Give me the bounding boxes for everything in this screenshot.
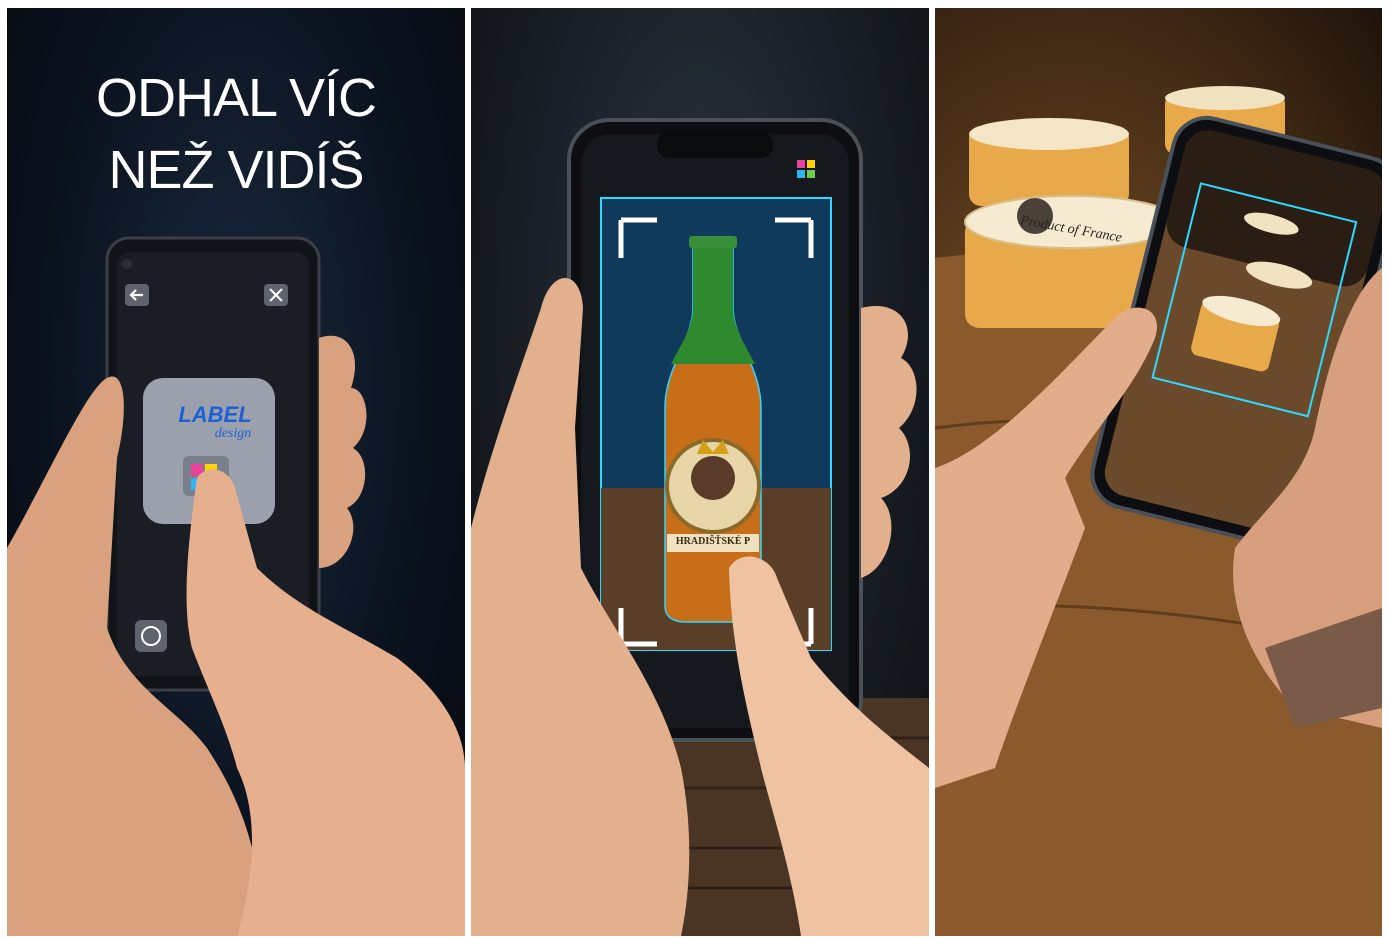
- beer-scan-illustration: [471, 118, 929, 936]
- logo-word-design: design: [214, 426, 252, 441]
- panel-beer-scan: HRADIŠŤSKÉ P: [471, 8, 929, 936]
- logo-word-label: LABEL: [178, 402, 252, 427]
- right-fingers: [319, 335, 367, 568]
- phone-in-hands-illustration: [7, 236, 465, 936]
- panel-app-intro: ODHAL VÍC NEŽ VIDÍŠ LABEL design: [7, 8, 465, 936]
- bottle-label-text: HRADIŠŤSKÉ P: [675, 536, 751, 547]
- rotate-icon[interactable]: [135, 620, 167, 652]
- back-arrow-icon[interactable]: [125, 284, 149, 306]
- close-icon[interactable]: [264, 284, 288, 306]
- right-fingers: [861, 306, 917, 578]
- panel-cheese-scan: Product of France: [935, 8, 1382, 936]
- cheese-wheel-left: [969, 118, 1129, 206]
- cheese-scan-illustration: [935, 86, 1382, 936]
